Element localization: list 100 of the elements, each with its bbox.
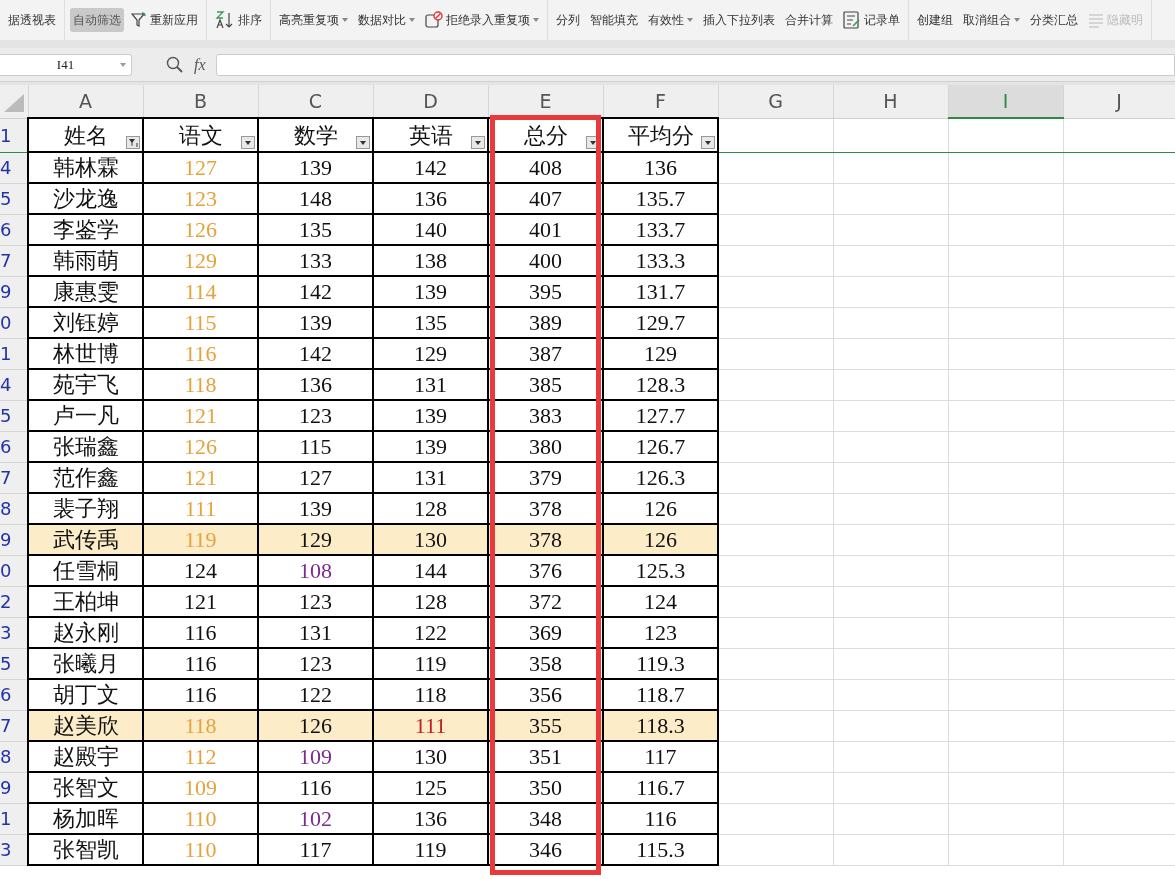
row-number[interactable]: 6 [0, 679, 28, 710]
name-box[interactable]: I41 [0, 53, 132, 76]
table-cell: 126.7 [603, 431, 718, 462]
column-header[interactable]: A [28, 85, 143, 118]
row-number[interactable]: 8 [0, 741, 28, 772]
row-number[interactable]: 9 [0, 276, 28, 307]
table-cell: 119.3 [603, 648, 718, 679]
table-cell: 133 [258, 245, 373, 276]
column-header[interactable]: G [718, 85, 833, 118]
function-label[interactable]: fx [194, 52, 206, 77]
filter-active-icon[interactable] [126, 136, 140, 149]
table-cell: 115 [258, 431, 373, 462]
table-cell: 129 [258, 524, 373, 555]
table-cell: 沙龙逸 [28, 183, 143, 214]
row-number[interactable]: 1 [0, 803, 28, 834]
toolbar-button[interactable]: 分列 [553, 8, 583, 32]
row-number[interactable]: 6 [0, 431, 28, 462]
table-cell: 杨加晖 [28, 803, 143, 834]
toolbar-button[interactable]: 插入下拉列表 [700, 8, 778, 32]
filter-dropdown-icon[interactable] [471, 136, 485, 149]
toolbar-button[interactable]: 据透视表 [5, 8, 59, 32]
table-cell: 123 [258, 648, 373, 679]
column-header[interactable]: B [143, 85, 258, 118]
column-title: 英语 [373, 118, 488, 152]
table-cell: 123 [258, 400, 373, 431]
toolbar-button[interactable]: 智能填充 [587, 8, 641, 32]
table-cell: 129 [143, 245, 258, 276]
toolbar-button[interactable]: 排序 [212, 7, 265, 33]
row-number[interactable]: 5 [0, 648, 28, 679]
toolbar-button[interactable]: 有效性 [645, 8, 696, 32]
row-number[interactable]: 5 [0, 400, 28, 431]
table-cell: 范作鑫 [28, 462, 143, 493]
table-cell: 348 [488, 803, 603, 834]
toolbar-button[interactable]: 重新应用 [128, 8, 201, 32]
list-icon [1088, 12, 1104, 28]
table-cell: 119 [143, 524, 258, 555]
table-cell: 125 [373, 772, 488, 803]
table-cell: 118 [143, 369, 258, 400]
toolbar-button[interactable]: 自动筛选 [70, 8, 124, 32]
table-cell: 刘钰婷 [28, 307, 143, 338]
table-cell: 苑宇飞 [28, 369, 143, 400]
row-number[interactable]: 0 [0, 307, 28, 338]
funnel-icon [131, 12, 147, 28]
toolbar-button[interactable]: 合并计算 [782, 8, 836, 32]
table-cell: 130 [373, 741, 488, 772]
table-cell: 108 [258, 555, 373, 586]
table-cell: 129.7 [603, 307, 718, 338]
row-number[interactable]: 3 [0, 617, 28, 648]
table-cell: 123 [143, 183, 258, 214]
column-header[interactable]: D [373, 85, 488, 118]
column-header[interactable]: J [1063, 85, 1175, 118]
toolbar-button[interactable]: 数据对比 [355, 8, 418, 32]
table-cell: 369 [488, 617, 603, 648]
toolbar-button[interactable]: 取消组合 [960, 8, 1023, 32]
table-cell: 张瑞鑫 [28, 431, 143, 462]
table-cell: 131.7 [603, 276, 718, 307]
row-number[interactable]: 9 [0, 524, 28, 555]
toolbar-button[interactable]: 记录单 [840, 8, 903, 32]
filter-dropdown-icon[interactable] [356, 136, 370, 149]
row-number[interactable]: 9 [0, 772, 28, 803]
row-number[interactable]: 1 [0, 338, 28, 369]
table-cell: 赵永刚 [28, 617, 143, 648]
row-number[interactable]: 4 [0, 152, 28, 183]
zoom-icon[interactable] [166, 55, 184, 74]
table-cell: 韩雨萌 [28, 245, 143, 276]
table-cell: 116.7 [603, 772, 718, 803]
row-number[interactable]: 2 [0, 586, 28, 617]
table-cell: 112 [143, 741, 258, 772]
toolbar-button[interactable]: 高亮重复项 [276, 8, 351, 32]
table-cell: 148 [258, 183, 373, 214]
row-number[interactable]: 8 [0, 493, 28, 524]
table-cell: 130 [373, 524, 488, 555]
row-number[interactable]: 7 [0, 462, 28, 493]
filter-dropdown-icon[interactable] [241, 136, 255, 149]
row-number[interactable]: 4 [0, 369, 28, 400]
toolbar-button[interactable]: 创建组 [914, 8, 956, 32]
row-number[interactable]: 7 [0, 245, 28, 276]
row-number[interactable]: 1 [0, 118, 28, 152]
formula-field[interactable] [215, 53, 1175, 76]
table-cell: 121 [143, 400, 258, 431]
row-number[interactable]: 3 [0, 834, 28, 865]
table-cell: 康惠雯 [28, 276, 143, 307]
row-number[interactable]: 5 [0, 183, 28, 214]
table-cell: 118 [143, 710, 258, 741]
corner-cell[interactable] [0, 85, 28, 118]
row-number[interactable]: 6 [0, 214, 28, 245]
column-header[interactable]: C [258, 85, 373, 118]
filter-dropdown-icon[interactable] [701, 136, 715, 149]
table-cell: 126 [143, 431, 258, 462]
table-cell: 109 [258, 741, 373, 772]
toolbar-button[interactable]: 拒绝录入重复项 [422, 8, 542, 32]
toolbar-button[interactable]: 分类汇总 [1027, 8, 1081, 32]
row-number[interactable]: 0 [0, 555, 28, 586]
table-cell: 135 [373, 307, 488, 338]
table-cell: 380 [488, 431, 603, 462]
column-header[interactable]: F [603, 85, 718, 118]
no-entry-sheet-icon [425, 11, 443, 29]
column-header[interactable]: H [833, 85, 948, 118]
row-number[interactable]: 7 [0, 710, 28, 741]
table-cell: 136 [258, 369, 373, 400]
